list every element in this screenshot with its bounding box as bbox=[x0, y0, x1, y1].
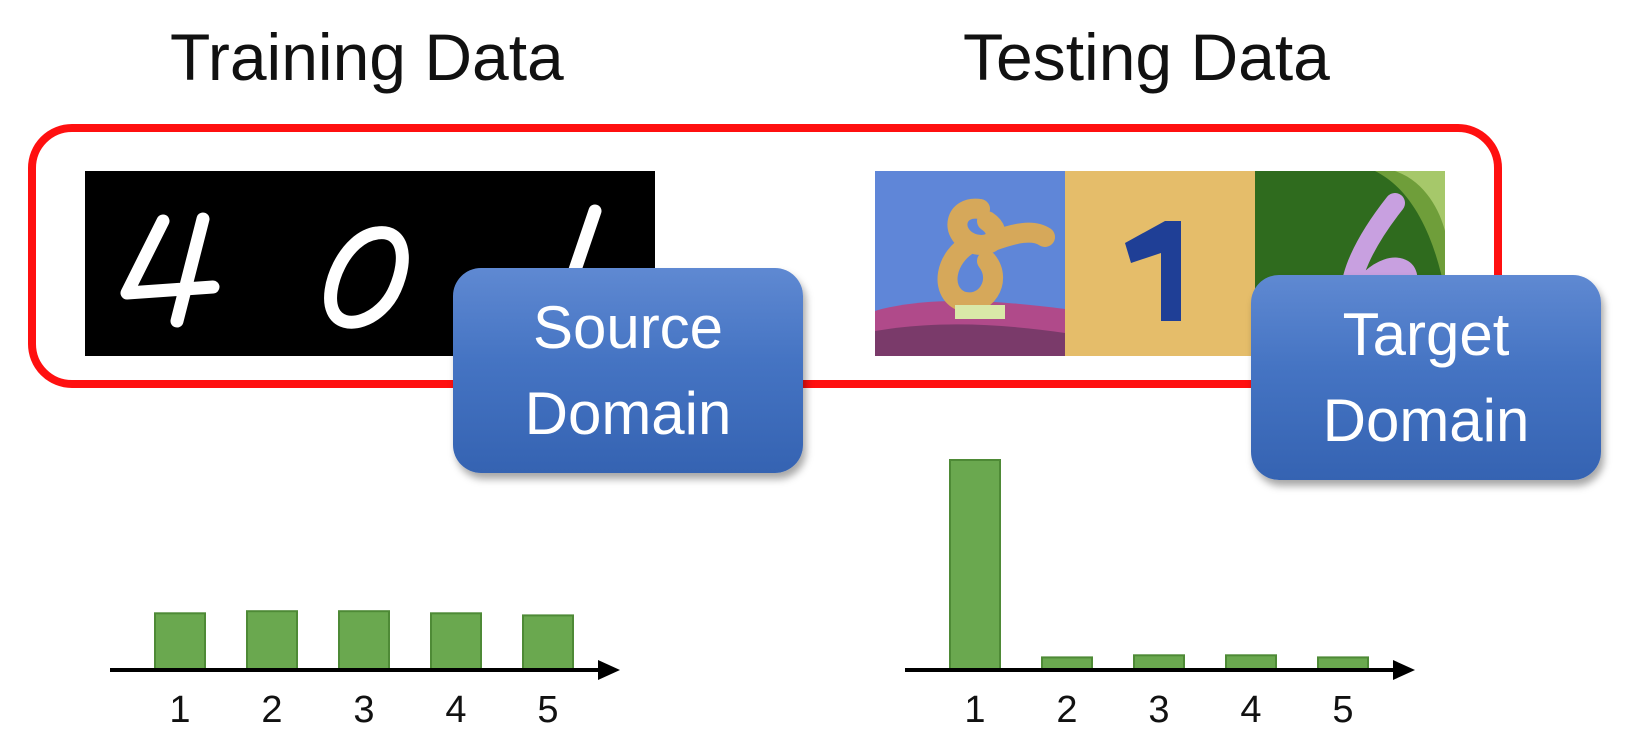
source-domain-label-line1: Source bbox=[532, 293, 724, 361]
source-bar-1 bbox=[154, 612, 206, 672]
source-bar-4 bbox=[430, 612, 482, 672]
target-bar-4 bbox=[1225, 654, 1277, 672]
source-tick-label-2: 2 bbox=[261, 689, 282, 731]
source-bar-3 bbox=[338, 610, 390, 671]
source-tick-label-4: 4 bbox=[445, 689, 466, 731]
target-tick-label-2: 2 bbox=[1056, 689, 1077, 731]
source-x-axis-arrow bbox=[598, 660, 620, 680]
target-bar-1 bbox=[949, 459, 1001, 671]
source-bar-2 bbox=[246, 610, 298, 671]
source-tick-label-1: 1 bbox=[169, 689, 190, 731]
target-tick-label-4: 4 bbox=[1240, 689, 1261, 731]
target-tick-label-1: 1 bbox=[964, 689, 985, 731]
source-bar-5 bbox=[522, 614, 574, 671]
target-label-histogram: 1 2 3 4 5 bbox=[895, 430, 1435, 731]
testing-data-title: Testing Data bbox=[963, 20, 1330, 94]
training-data-title: Training Data bbox=[170, 20, 564, 94]
target-domain-label-line1: Target bbox=[1342, 300, 1510, 368]
target-tick-label-5: 5 bbox=[1332, 689, 1353, 731]
digit-4-image bbox=[120, 212, 220, 328]
target-bar-3 bbox=[1133, 654, 1185, 672]
source-label-histogram: 1 2 3 4 5 bbox=[100, 430, 640, 731]
digit-0-image bbox=[324, 226, 409, 329]
target-x-axis-arrow bbox=[1393, 660, 1415, 680]
source-tick-label-3: 3 bbox=[353, 689, 374, 731]
source-tick-label-5: 5 bbox=[537, 689, 558, 731]
target-tick-label-3: 3 bbox=[1148, 689, 1169, 731]
